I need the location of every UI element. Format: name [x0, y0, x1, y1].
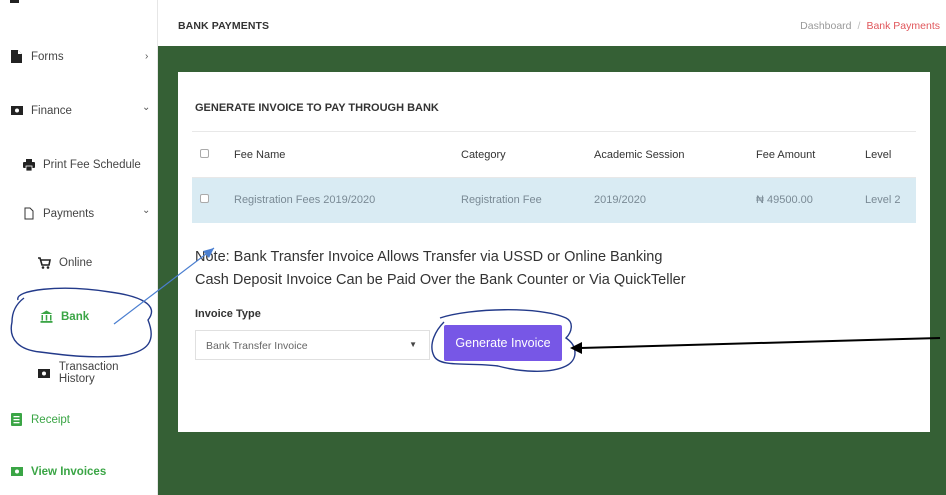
- chevron-right-icon: ›: [145, 51, 149, 62]
- card-title: GENERATE INVOICE TO PAY THROUGH BANK: [195, 102, 439, 114]
- invoice-card: GENERATE INVOICE TO PAY THROUGH BANK Fee…: [178, 72, 930, 432]
- table-cell: 2019/2020: [586, 177, 748, 223]
- sidebar-item-label: Finance: [31, 104, 72, 117]
- breadcrumb-separator: /: [857, 20, 861, 32]
- sidebar-item-label: Print Fee Schedule: [43, 158, 141, 171]
- sidebar-item-finance[interactable]: Finance ⌄: [10, 102, 158, 117]
- table-cell: Registration Fees 2019/2020: [226, 177, 453, 223]
- sidebar: Forms › Finance ⌄ Print Fee Schedule Pay…: [0, 0, 158, 495]
- invoice-type-select[interactable]: Bank Transfer Invoice ▼: [195, 330, 430, 360]
- chevron-down-icon: ⌄: [142, 102, 151, 113]
- sidebar-item-label: Payments: [43, 207, 95, 220]
- row-checkbox[interactable]: [200, 194, 209, 204]
- sidebar-item-label: Transaction History: [58, 361, 119, 385]
- breadcrumb: Dashboard / Bank Payments: [800, 20, 940, 32]
- invoice-type-label: Invoice Type: [195, 308, 261, 320]
- sidebar-item-view-invoices[interactable]: View Invoices: [10, 465, 106, 478]
- sidebar-item-bank[interactable]: Bank: [40, 310, 89, 323]
- sidebar-item-label: View Invoices: [31, 465, 107, 478]
- receipt-icon: [10, 413, 23, 426]
- bank-note: Note: Bank Transfer Invoice Allows Trans…: [195, 246, 686, 292]
- sidebar-item-label: Receipt: [31, 413, 70, 426]
- note-line: Cash Deposit Invoice Can be Paid Over th…: [195, 272, 686, 288]
- dropdown-arrow-icon: ▼: [409, 340, 417, 349]
- select-all-checkbox[interactable]: [200, 148, 209, 158]
- money-icon: [38, 367, 51, 380]
- sidebar-item-forms[interactable]: Forms ›: [10, 50, 158, 63]
- page-title: BANK PAYMENTS: [178, 20, 270, 32]
- sidebar-item-label: Bank: [61, 310, 90, 323]
- table-cell: ₦ 49500.00: [748, 177, 857, 223]
- table-cell: Registration Fee: [453, 177, 586, 223]
- menu-icon: [10, 0, 19, 3]
- sidebar-item-online[interactable]: Online: [38, 256, 92, 269]
- sidebar-item-payments[interactable]: Payments ⌄: [22, 205, 158, 220]
- generate-invoice-button[interactable]: Generate Invoice: [444, 325, 562, 361]
- column-header: Level: [857, 131, 916, 178]
- row-checkbox-cell: [192, 177, 226, 223]
- column-header: Fee Name: [226, 131, 453, 178]
- column-header: Category: [453, 131, 586, 178]
- column-header: Academic Session: [586, 131, 748, 178]
- sidebar-item-print-fee-schedule[interactable]: Print Fee Schedule: [22, 158, 141, 171]
- column-header: Fee Amount: [748, 131, 857, 178]
- sidebar-item-label: Online: [59, 256, 93, 269]
- file-icon: [10, 50, 23, 63]
- sidebar-item-transaction-history[interactable]: Transaction History: [38, 361, 157, 385]
- table-cell: Level 2: [857, 177, 916, 223]
- top-bar: BANK PAYMENTS Dashboard / Bank Payments: [158, 0, 946, 46]
- header-checkbox-cell: [192, 131, 226, 178]
- select-value: Bank Transfer Invoice: [206, 340, 308, 352]
- breadcrumb-current: Bank Payments: [866, 20, 940, 32]
- sidebar-item-label: Forms: [31, 50, 64, 63]
- sidebar-top-marker: [10, 0, 20, 6]
- table-row[interactable]: Registration Fees 2019/2020 Registration…: [192, 177, 916, 223]
- money-icon: [10, 465, 23, 478]
- document-icon: [22, 207, 35, 220]
- fee-table: Fee Name Category Academic Session Fee A…: [192, 131, 916, 223]
- sidebar-item-receipt[interactable]: Receipt: [10, 413, 70, 426]
- note-line: Note: Bank Transfer Invoice Allows Trans…: [195, 249, 663, 265]
- printer-icon: [22, 158, 35, 171]
- bank-icon: [40, 310, 53, 323]
- money-icon: [10, 104, 23, 117]
- table-header-row: Fee Name Category Academic Session Fee A…: [192, 131, 916, 178]
- breadcrumb-dashboard-link[interactable]: Dashboard: [800, 20, 851, 32]
- cart-icon: [38, 256, 51, 269]
- chevron-down-icon: ⌄: [142, 205, 151, 216]
